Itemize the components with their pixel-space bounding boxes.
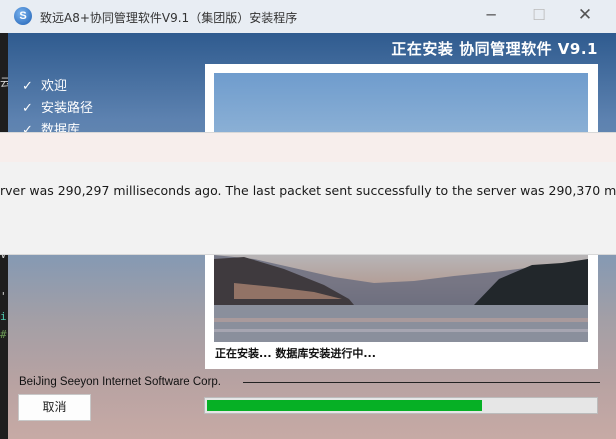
app-logo-icon: [14, 7, 32, 25]
install-progress-bar: [204, 397, 598, 414]
close-button[interactable]: ✕: [562, 0, 608, 33]
editor-glyph: i: [0, 311, 7, 323]
check-icon: ✓: [22, 101, 33, 116]
divider: [243, 382, 600, 383]
step-label: 欢迎: [41, 79, 68, 94]
title-bar[interactable]: 致远A8+协同管理软件V9.1（集团版）安装程序 ─ ☐ ✕: [0, 0, 616, 33]
check-icon: ✓: [22, 79, 33, 94]
cancel-button[interactable]: 取消: [18, 394, 91, 421]
minimize-button[interactable]: ─: [468, 0, 514, 33]
progress-fill: [207, 400, 482, 411]
step-welcome: ✓ 欢迎: [22, 75, 67, 94]
step-label: 安装路径: [41, 101, 94, 116]
window-title: 致远A8+协同管理软件V9.1（集团版）安装程序: [40, 11, 298, 25]
editor-glyph: 云: [0, 77, 8, 89]
error-header-strip: [0, 133, 616, 162]
company-name: BeiJing Seeyon Internet Software Corp.: [19, 376, 222, 388]
editor-glyph: ': [0, 291, 7, 303]
install-status-text: 正在安装... 数据库安装进行中...: [215, 347, 376, 360]
installer-window: 云 V ' i # 致远A8+协同管理软件V9.1（集团版）安装程序 ─ ☐ ✕…: [0, 0, 616, 439]
maximize-button[interactable]: ☐: [516, 0, 562, 33]
step-install-path: ✓ 安装路径: [22, 97, 93, 116]
page-title: 正在安装 协同管理软件 V9.1: [391, 40, 598, 58]
editor-glyph: #: [0, 329, 7, 341]
error-notification: rver was 290,297 milliseconds ago. The l…: [0, 133, 616, 254]
error-message: rver was 290,297 milliseconds ago. The l…: [0, 183, 616, 198]
